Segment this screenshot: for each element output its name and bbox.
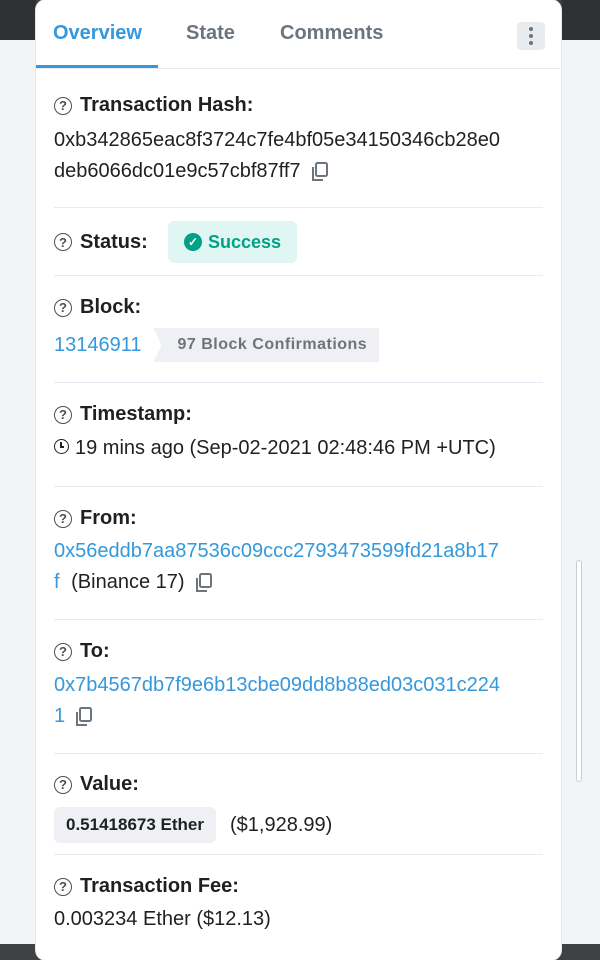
- copy-icon[interactable]: [311, 161, 329, 182]
- timestamp-value: 19 mins ago (Sep-02-2021 02:48:46 PM +UT…: [75, 437, 496, 459]
- copy-icon[interactable]: [75, 706, 93, 727]
- left-margin: [0, 0, 36, 944]
- fee-label: Transaction Fee:: [80, 875, 239, 897]
- from-address-name: (Binance 17): [71, 571, 185, 593]
- tx-hash-label: Transaction Hash:: [80, 94, 254, 116]
- value-section: ? Value: 0.51418673 Ether ($1,928.99): [54, 754, 543, 855]
- from-label: From:: [80, 507, 137, 529]
- tab-bar: Overview State Comments: [36, 0, 561, 69]
- to-address-link-cont[interactable]: 1: [54, 705, 65, 727]
- transaction-card: Overview State Comments ? Transaction Ha…: [36, 0, 561, 960]
- to-label: To:: [80, 640, 110, 662]
- help-icon[interactable]: ?: [54, 96, 72, 115]
- tab-comments[interactable]: Comments: [280, 22, 383, 45]
- tab-state[interactable]: State: [186, 22, 235, 45]
- scrollbar[interactable]: [576, 560, 582, 782]
- help-icon[interactable]: ?: [54, 405, 72, 424]
- clock-icon: [54, 439, 69, 455]
- from-address-link-cont[interactable]: f: [54, 571, 60, 593]
- help-icon[interactable]: ?: [54, 775, 72, 794]
- fee-value: 0.003234 Ether ($12.13): [54, 908, 271, 930]
- copy-icon[interactable]: [195, 572, 213, 593]
- help-icon[interactable]: ?: [54, 509, 72, 528]
- timestamp-label: Timestamp:: [80, 403, 192, 425]
- tx-hash-section: ? Transaction Hash: 0xb342865eac8f3724c7…: [54, 69, 543, 208]
- status-section: ? Status: ✓ Success: [54, 208, 543, 276]
- ether-value-pill: 0.51418673 Ether: [54, 807, 216, 843]
- value-label: Value:: [80, 773, 139, 795]
- block-number-link[interactable]: 13146911: [54, 330, 142, 361]
- tx-hash-value-line2: deb6066dc01e9c57cbf87ff7: [54, 160, 301, 182]
- help-icon[interactable]: ?: [54, 642, 72, 661]
- tx-hash-value-line1: 0xb342865eac8f3724c7fe4bf05e34150346cb28…: [54, 129, 500, 151]
- fee-section: ? Transaction Fee: 0.003234 Ether ($12.1…: [54, 855, 543, 955]
- help-icon[interactable]: ?: [54, 233, 72, 251]
- to-section: ? To: 0x7b4567db7f9e6b13cbe09dd8b88ed03c…: [54, 620, 543, 754]
- timestamp-section: ? Timestamp: 19 mins ago (Sep-02-2021 02…: [54, 383, 543, 487]
- status-badge: ✓ Success: [168, 221, 298, 263]
- tab-overview[interactable]: Overview: [53, 22, 142, 45]
- help-icon[interactable]: ?: [54, 877, 72, 896]
- more-options-button[interactable]: [517, 22, 545, 50]
- usd-value: ($1,928.99): [230, 813, 333, 836]
- from-address-link[interactable]: 0x56eddb7aa87536c09ccc2793473599fd21a8b1…: [54, 536, 543, 567]
- check-circle-icon: ✓: [184, 233, 202, 251]
- help-icon[interactable]: ?: [54, 298, 72, 317]
- right-margin: [562, 0, 600, 944]
- block-confirmations-badge: 97 Block Confirmations: [153, 328, 380, 362]
- active-tab-indicator: [36, 65, 158, 68]
- block-section: ? Block: 13146911 97 Block Confirmations: [54, 276, 543, 383]
- to-address-link[interactable]: 0x7b4567db7f9e6b13cbe09dd8b88ed03c031c22…: [54, 670, 543, 701]
- from-section: ? From: 0x56eddb7aa87536c09ccc2793473599…: [54, 487, 543, 620]
- status-label: Status:: [80, 230, 148, 253]
- block-label: Block:: [80, 296, 142, 318]
